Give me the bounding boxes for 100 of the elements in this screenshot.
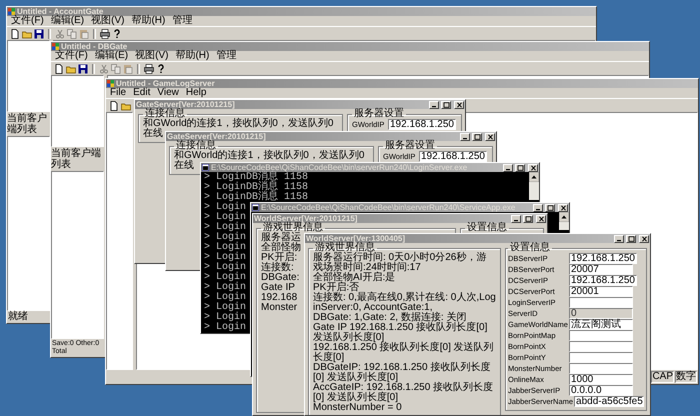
text-field[interactable]: abdd-a56c5fe5 xyxy=(574,396,644,407)
close-button[interactable] xyxy=(454,100,464,108)
window-title: WorldServer[Ver:20101215] xyxy=(254,214,358,223)
info-text: 192.168 xyxy=(261,293,298,303)
close-icon xyxy=(560,204,566,210)
text-field[interactable] xyxy=(569,363,633,374)
maximize-icon xyxy=(442,102,450,108)
text-field[interactable] xyxy=(569,297,633,308)
console-line: > Login xyxy=(204,263,246,273)
info-text: Gate IP 192.168.1.250 接收队列长度[0] 发送队列长度[0] xyxy=(313,323,488,343)
printer-icon[interactable] xyxy=(144,64,154,74)
window-title: E:\SourceCodeBee\QiShanCodeBee\bin\serverRun240\LoginServer.exe xyxy=(211,163,468,172)
menu-item[interactable]: 文件(F) xyxy=(55,51,88,61)
console-line: > Login xyxy=(204,293,246,303)
close-icon xyxy=(486,134,494,140)
maximize-button[interactable] xyxy=(472,132,482,140)
console-line: > Login xyxy=(204,223,246,233)
minimize-button[interactable] xyxy=(429,100,439,108)
text-field[interactable]: 0.0.0.0 xyxy=(569,385,633,396)
list-header: 当前客户端列表 xyxy=(7,112,48,136)
menu-item[interactable]: 文件(F) xyxy=(11,16,44,26)
console-line: > Login xyxy=(204,323,246,333)
menu-item[interactable]: 管理 xyxy=(216,51,236,61)
menu-item[interactable]: 帮助(H) xyxy=(131,16,166,26)
arrow-up-icon[interactable] xyxy=(559,212,569,222)
window-title: Untitled - GameLogServer xyxy=(116,79,216,88)
maximize-button[interactable] xyxy=(515,164,525,172)
window-title: GateServer[Ver:20101215] xyxy=(167,132,267,141)
text-field[interactable]: 192.168.1.250 xyxy=(388,119,456,130)
menu-item[interactable]: 视图(V) xyxy=(91,16,124,26)
status-pane: CAP xyxy=(651,371,674,383)
menu-item[interactable]: File xyxy=(110,88,126,98)
arrow-up-icon[interactable] xyxy=(529,172,539,182)
app-icon xyxy=(8,8,15,15)
info-text: 和GWorld的连接1，接收队列0，发送队列0 xyxy=(174,151,364,161)
text-field[interactable]: 192.168.1.250 xyxy=(569,275,637,286)
group-title: 服务器设置 xyxy=(384,141,436,151)
text-field[interactable] xyxy=(569,330,633,341)
close-icon xyxy=(530,164,536,170)
info-text: 服务器运行时间: 0天0小时0分26秒，游戏场景时间:24时时间:17 xyxy=(313,253,488,273)
scrollbar[interactable] xyxy=(529,172,539,200)
menu-item[interactable]: View xyxy=(157,88,179,98)
text-field[interactable]: 流云阁测试 xyxy=(569,319,633,330)
close-button[interactable] xyxy=(536,214,546,222)
info-text: Gate IP xyxy=(261,283,295,293)
menu-item[interactable]: Help xyxy=(186,88,206,98)
minimize-button[interactable] xyxy=(460,132,470,140)
minimize-button[interactable] xyxy=(533,204,543,212)
text-field[interactable]: 20007 xyxy=(569,264,633,275)
text-field[interactable]: 20001 xyxy=(569,286,633,297)
menu-item[interactable]: 编辑(E) xyxy=(50,16,84,26)
info-text: MonsterNumber = 0 xyxy=(313,403,402,413)
window-title: WorldServer[Ver:1300405] xyxy=(306,234,406,243)
app-icon xyxy=(52,43,59,50)
minimize-button[interactable] xyxy=(511,214,521,222)
console-line: > Login xyxy=(204,243,246,253)
help-icon[interactable] xyxy=(112,28,122,38)
maximize-button[interactable] xyxy=(441,100,451,108)
status-pane: 数字 xyxy=(675,371,697,383)
minimize-button[interactable] xyxy=(503,164,513,172)
app-icon xyxy=(107,80,114,87)
group-title: 游戏世界信息 xyxy=(315,243,375,253)
info-text: 服务器运 xyxy=(261,233,301,243)
printer-icon[interactable] xyxy=(100,28,110,38)
maximize-button[interactable] xyxy=(545,204,555,212)
text-field[interactable] xyxy=(569,352,633,363)
text-field[interactable] xyxy=(569,341,633,352)
text-field[interactable]: 192.168.1.250 xyxy=(569,253,637,264)
info-text: 全部怪物AI开启:是 xyxy=(313,273,396,283)
text-field[interactable]: 192.168.1.250 xyxy=(419,151,487,162)
window-title: Untitled - AccountGate xyxy=(17,7,104,16)
menu-item[interactable]: 编辑(E) xyxy=(94,51,128,61)
scrollbar[interactable] xyxy=(559,212,569,230)
menu-item[interactable]: 帮助(H) xyxy=(175,51,210,61)
minimize-button[interactable] xyxy=(614,234,624,242)
group-title: 连接信息 xyxy=(176,141,216,151)
menu-item[interactable]: 视图(V) xyxy=(135,51,168,61)
console-line: > Login xyxy=(204,303,246,313)
close-icon xyxy=(538,216,544,222)
console-line: > Login xyxy=(204,203,246,213)
maximize-icon xyxy=(524,216,532,222)
console-line: > Login xyxy=(204,313,246,323)
close-button[interactable] xyxy=(558,204,568,212)
info-text: AccGateIP: 192.168.1.250 接收队列长度[0] 发送队列长度[0] xyxy=(313,383,494,403)
menu-item[interactable]: Edit xyxy=(133,88,150,98)
console-line: > Login xyxy=(204,213,246,223)
info-text: Monster xyxy=(261,303,298,313)
close-button[interactable] xyxy=(639,234,649,242)
console-line: > Login xyxy=(204,283,246,293)
close-button[interactable] xyxy=(485,132,495,140)
help-icon[interactable] xyxy=(156,64,166,74)
text-field[interactable]: 1000 xyxy=(569,374,633,385)
group-title: 游戏世界信息 xyxy=(263,223,323,233)
menu-item[interactable]: 管理 xyxy=(172,16,192,26)
console-line: > Login xyxy=(204,233,246,243)
close-button[interactable] xyxy=(528,164,538,172)
group-title: 服务器设置 xyxy=(353,109,405,119)
console-line: > Login xyxy=(204,253,246,263)
maximize-button[interactable] xyxy=(626,234,636,242)
maximize-button[interactable] xyxy=(523,214,533,222)
